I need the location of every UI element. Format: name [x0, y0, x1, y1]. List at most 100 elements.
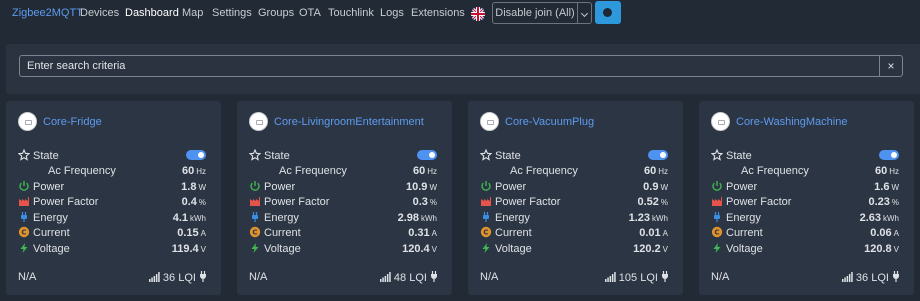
- row-label: Energy: [495, 212, 530, 224]
- lqi-indicator: 36 LQI: [841, 271, 900, 284]
- signal-icon: [379, 272, 391, 282]
- device-name-link[interactable]: Core-LivingroomEntertainment: [274, 116, 424, 128]
- last-seen: N/A: [480, 271, 499, 283]
- device-name-link[interactable]: Core-Fridge: [43, 116, 102, 128]
- nav-logs[interactable]: Logs: [380, 7, 404, 19]
- row-label: Ac Frequency: [48, 165, 116, 177]
- row-label: Voltage: [495, 243, 532, 255]
- row-label: Power Factor: [495, 196, 561, 208]
- state-toggle[interactable]: [417, 150, 437, 160]
- disable-join-button[interactable]: Disable join (All): [492, 2, 578, 24]
- plug-power-icon: [662, 271, 668, 282]
- row-value: 60 Hz: [412, 165, 437, 177]
- star-icon: [711, 149, 723, 161]
- row-value: 0.23%: [868, 196, 899, 208]
- device-row-power-factor: Power Factor 0.23%: [711, 195, 899, 209]
- nav-ota[interactable]: OTA: [299, 7, 321, 19]
- factory-icon: [249, 195, 261, 207]
- device-row-power-factor: Power Factor 0.4%: [18, 195, 206, 209]
- state-toggle[interactable]: [879, 150, 899, 160]
- device-card: Core-LivingroomEntertainment State Ac Freq…: [237, 101, 452, 295]
- row-label: Current: [726, 227, 763, 239]
- row-value: 0.4%: [181, 196, 206, 208]
- device-name-link[interactable]: Core-WashingMachine: [736, 116, 847, 128]
- nav-dashboard[interactable]: Dashboard: [125, 7, 179, 19]
- bolt-icon: [711, 242, 723, 254]
- row-value: 119.4 V: [171, 243, 206, 255]
- row-value: 0.3%: [412, 196, 437, 208]
- device-row-current: Current 0.31 A: [249, 226, 437, 240]
- device-row-current: Current 0.06 A: [711, 226, 899, 240]
- row-label: State: [726, 150, 752, 162]
- row-value: 60 Hz: [181, 165, 206, 177]
- device-row-ac-frequency: Ac Frequency 60 Hz: [18, 164, 206, 178]
- device-avatar: [480, 112, 499, 131]
- nav-map[interactable]: Map: [182, 7, 203, 19]
- row-value: 120.8 V: [864, 243, 899, 255]
- uk-flag-icon[interactable]: [471, 7, 485, 21]
- state-toggle[interactable]: [186, 150, 206, 160]
- nav-extensions[interactable]: Extensions: [411, 7, 465, 19]
- plug-icon: [480, 211, 492, 223]
- theme-toggle-button[interactable]: [595, 1, 621, 24]
- plug-icon: [18, 211, 30, 223]
- device-row-state: State: [249, 149, 437, 163]
- lqi-indicator: 36 LQI: [148, 271, 207, 284]
- device-name-link[interactable]: Core-VacuumPlug: [505, 116, 594, 128]
- row-value: 4.1 kWh: [172, 212, 206, 224]
- signal-icon: [604, 272, 616, 282]
- row-value: 10.9 W: [406, 181, 437, 193]
- row-value: 2.98 kWh: [397, 212, 437, 224]
- state-toggle[interactable]: [648, 150, 668, 160]
- clear-search-button[interactable]: ×: [879, 55, 903, 77]
- current-icon: [18, 226, 30, 238]
- nav-touchlink[interactable]: Touchlink: [328, 7, 374, 19]
- row-label: State: [495, 150, 521, 162]
- factory-icon: [480, 195, 492, 207]
- row-label: Power Factor: [726, 196, 792, 208]
- row-label: Power Factor: [33, 196, 99, 208]
- row-label: Energy: [33, 212, 68, 224]
- device-row-voltage: Voltage 120.8 V: [711, 242, 899, 256]
- join-dropdown-toggle[interactable]: [577, 2, 592, 24]
- device-row-current: Current 0.01 A: [480, 226, 668, 240]
- row-value: 60 Hz: [643, 165, 668, 177]
- row-label: Voltage: [33, 243, 70, 255]
- factory-icon: [711, 195, 723, 207]
- plug-icon: [711, 211, 723, 223]
- power-icon: [18, 180, 30, 192]
- search-input[interactable]: [19, 55, 880, 77]
- row-value: 0.06 A: [870, 227, 899, 239]
- power-icon: [711, 180, 723, 192]
- power-icon: [249, 180, 261, 192]
- row-label: Energy: [726, 212, 761, 224]
- row-label: Ac Frequency: [279, 165, 347, 177]
- device-row-power: Power 0.9 W: [480, 180, 668, 194]
- factory-icon: [18, 195, 30, 207]
- plug-power-icon: [893, 271, 899, 282]
- row-value: 1.8 W: [181, 181, 206, 193]
- nav-settings[interactable]: Settings: [212, 7, 252, 19]
- navbar: Zigbee2MQTT Devices Dashboard Map Settin…: [0, 0, 920, 28]
- row-label: Ac Frequency: [510, 165, 578, 177]
- device-card: Core-Fridge State Ac Frequency 60 Hz Power 1.8…: [6, 101, 221, 295]
- row-value: 2.63 kWh: [859, 212, 899, 224]
- star-icon: [249, 149, 261, 161]
- brand-link[interactable]: Zigbee2MQTT: [12, 7, 83, 19]
- bolt-icon: [249, 242, 261, 254]
- current-icon: [249, 226, 261, 238]
- nav-groups[interactable]: Groups: [258, 7, 294, 19]
- bolt-icon: [18, 242, 30, 254]
- row-value: 0.52%: [637, 196, 668, 208]
- current-icon: [711, 226, 723, 238]
- device-row-energy: Energy 2.98 kWh: [249, 211, 437, 225]
- power-icon: [480, 180, 492, 192]
- row-label: Power: [495, 181, 527, 193]
- lqi-indicator: 105 LQI: [604, 271, 669, 284]
- nav-devices[interactable]: Devices: [80, 7, 119, 19]
- device-row-power: Power 10.9 W: [249, 180, 437, 194]
- row-value: 120.2 V: [633, 243, 668, 255]
- device-row-power: Power 1.6 W: [711, 180, 899, 194]
- row-value: 0.9 W: [643, 181, 668, 193]
- row-label: Power: [264, 181, 296, 193]
